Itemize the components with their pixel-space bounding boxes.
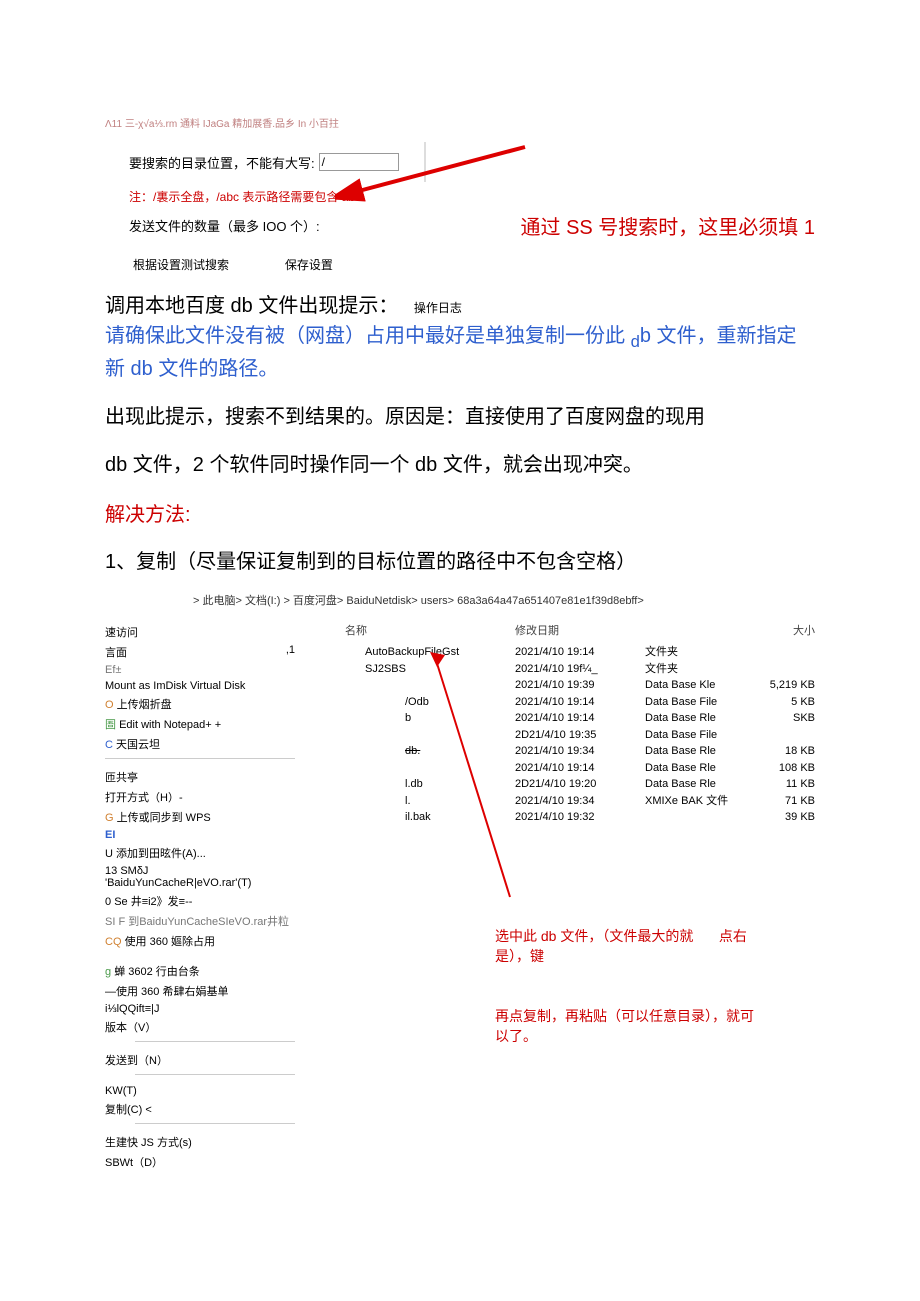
ctx-edit-notepad[interactable]: 圄 Edit with Notepad+ +: [105, 714, 295, 734]
context-menu: 速访问 言面,1 Ef± Mount as ImDisk Virtual Dis…: [105, 622, 305, 1172]
path-note: 注：/裏示全盘，/abc 表示路径需要包含 abc: [129, 188, 815, 205]
test-search-button[interactable]: 根据设置测试搜索: [129, 254, 233, 275]
ctx-ei[interactable]: EI: [105, 827, 295, 843]
p1-blue: 请确保此文件没有被（网盘）占用中最好是单独复制一份此 db 文件，重新指定新 d…: [105, 325, 797, 380]
ctx-use360[interactable]: —使用 360 希肆右娟基单: [105, 981, 295, 1001]
ctx-sbwt[interactable]: SBWt（D）: [105, 1152, 295, 1172]
ctx-share[interactable]: 匝共亭: [105, 767, 295, 787]
column-headers: 名称 修改日期 大小: [305, 622, 815, 638]
breadcrumb: > 此电脑> 文档(I:) > 百度河盘> BaiduNetdisk> user…: [193, 592, 815, 608]
save-settings-button[interactable]: 保存设置: [281, 254, 337, 275]
file-row[interactable]: 2021/4/10 19:14Data Base Rle108 KB: [305, 760, 815, 777]
ctx-cloud[interactable]: C 天国云坦: [105, 734, 295, 754]
annotation-copy-paste: 再点复制，再粘贴（可以任意目录），就可以了。: [495, 1006, 755, 1046]
path-input[interactable]: /: [319, 153, 399, 171]
ctx-upload-disk[interactable]: O 上传烟折盘: [105, 694, 295, 714]
ctx-rar-1[interactable]: 13 SMδJ 'BaiduYunCacheR|eVO.rar'(T): [105, 863, 295, 891]
file-row[interactable]: /Odb2021/4/10 19:14Data Base File5 KB: [305, 694, 815, 711]
paragraph-1: 调用本地百度 db 文件出现提示： 操作日志 请确保此文件没有被（网盘）占用中最…: [105, 291, 815, 384]
file-row[interactable]: 2021/4/10 19:39Data Base Kle5,219 KB: [305, 677, 815, 694]
log-button[interactable]: 操作日志: [410, 300, 466, 316]
file-row[interactable]: il.bak2021/4/10 19:3239 KB: [305, 809, 815, 826]
file-row[interactable]: l.db2D21/4/10 19:20Data Base Rle11 KB: [305, 776, 815, 793]
path-label: 要搜索的目录位置，不能有大写:: [129, 153, 315, 172]
ctx-quick-access[interactable]: 速访问: [105, 622, 295, 642]
ctx-js-shortcut[interactable]: 生建快 JS 方式(s): [105, 1132, 295, 1152]
ctx-copy[interactable]: 复制(C) <: [105, 1099, 295, 1119]
paragraph-3: db 文件，2 个软件同时操作同一个 db 文件，就会出现冲突。: [105, 450, 815, 480]
file-row[interactable]: b2021/4/10 19:14Data Base RleSKB: [305, 710, 815, 727]
ctx-kwt[interactable]: KW(T): [105, 1083, 295, 1099]
col-size[interactable]: 大小: [755, 622, 815, 638]
ctx-qqift[interactable]: i⅓lQQift≡|J: [105, 1001, 295, 1017]
paragraph-2: 出现此提示，搜索不到结果的。原因是：直接使用了百度网盘的现用: [105, 402, 815, 432]
step-1: 1、复制（尽量保证复制到的目标位置的路径中不包含空格）: [105, 545, 815, 574]
ctx-rar-2[interactable]: 0 Se 井≡i2》发≡--: [105, 891, 295, 911]
solution-heading: 解决方法:: [105, 498, 815, 527]
file-row[interactable]: AutoBackupFileGst2021/4/10 19:14文件夹: [305, 644, 815, 661]
ctx-rar-3[interactable]: SI F 到BaiduYunCacheSIeVO.rar井粒: [105, 911, 295, 931]
ctx-add-attachment[interactable]: U 添加到田昡件(A)...: [105, 843, 295, 863]
ctx-360-unlock[interactable]: CQ 使用 360 嫗除占用: [105, 931, 295, 951]
p1-text: 调用本地百度 db 文件出现提示：: [105, 295, 398, 317]
file-row[interactable]: db.2021/4/10 19:34Data Base Rle18 KB: [305, 743, 815, 760]
ctx-version[interactable]: 版本（V）: [105, 1017, 295, 1037]
file-row[interactable]: l.2021/4/10 19:34XMIXe BAK 文件71 KB: [305, 793, 815, 810]
file-list: 名称 修改日期 大小 AutoBackupFileGst2021/4/10 19…: [305, 622, 815, 1172]
ctx-send-to[interactable]: 发送到（N）: [105, 1050, 295, 1070]
annotation-select-db: 选中此 db 文件，（文件最大的就是），键 点右: [495, 926, 815, 966]
file-row[interactable]: 2D21/4/10 19:35Data Base File: [305, 727, 815, 744]
path-row: 要搜索的目录位置，不能有大写: /: [129, 142, 815, 182]
ctx-wps[interactable]: G 上传或同步到 WPS: [105, 807, 295, 827]
file-row[interactable]: SJ2SBS2021/4/10 19f¼_文件夹: [305, 661, 815, 678]
col-date[interactable]: 修改日期: [515, 622, 645, 638]
ctx-open-with[interactable]: 打开方式（H）-: [105, 787, 295, 807]
count-label: 发送文件的数量（最多 IOO 个）:: [129, 216, 320, 235]
ctx-desktop[interactable]: 言面,1: [105, 642, 295, 662]
divider: [424, 142, 426, 182]
header-garbled-note: Λ11 三-χ√a⅓.rm 通料 IJaGa 精加展香.品乡 In 小百拄: [105, 115, 815, 130]
ctx-eft[interactable]: Ef±: [105, 662, 295, 678]
ctx-mount-imdisk[interactable]: Mount as ImDisk Virtual Disk: [105, 678, 295, 694]
file-explorer: 速访问 言面,1 Ef± Mount as ImDisk Virtual Dis…: [105, 622, 815, 1172]
ss-note: 通过 SS 号搜索时，这里必须填 1: [521, 211, 815, 240]
ctx-3602[interactable]: g 蝉 3602 行由台条: [105, 961, 295, 981]
col-name[interactable]: 名称: [305, 622, 515, 638]
